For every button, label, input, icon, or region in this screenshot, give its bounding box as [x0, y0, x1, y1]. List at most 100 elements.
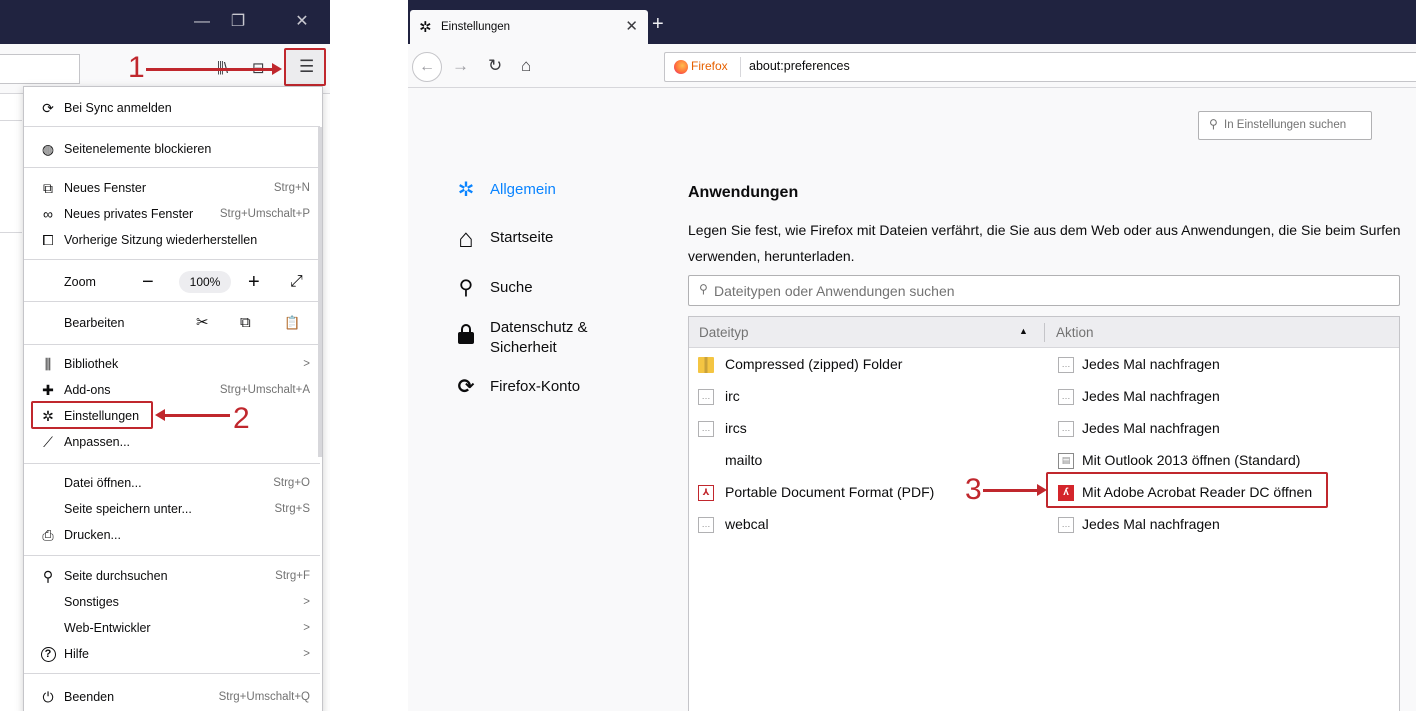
menu-item-label: Drucken...: [64, 528, 121, 542]
search-icon: ⚲: [42, 568, 54, 584]
zoom-reset-button[interactable]: 100%: [179, 271, 231, 293]
new-tab-button[interactable]: +: [652, 14, 664, 34]
category-label: Firefox-Konto: [490, 378, 581, 395]
zoom-in-button[interactable]: +: [248, 269, 260, 295]
annotation-number-2: 2: [233, 402, 250, 435]
cut-icon[interactable]: ✂: [196, 310, 209, 336]
menu-item-label: Bibliothek: [64, 357, 119, 371]
chat-icon: …: [698, 421, 714, 437]
row-action[interactable]: Jedes Mal nachfragen: [1082, 388, 1220, 404]
url-text: about:preferences: [749, 59, 850, 73]
home-button[interactable]: ⌂: [521, 53, 531, 79]
menu-item-web-developer[interactable]: Web-Entwickler >: [24, 615, 320, 641]
hamburger-menu-button[interactable]: ☰: [284, 48, 326, 86]
fullscreen-icon[interactable]: ⤢: [290, 269, 303, 295]
menu-item-print[interactable]: ⎙ Drucken...: [24, 522, 320, 548]
zoom-out-button[interactable]: −: [142, 269, 154, 295]
restore-button[interactable]: ❐: [226, 10, 250, 34]
menu-item-open-file[interactable]: Datei öffnen... Strg+O: [24, 470, 320, 496]
tab-strip: ✲ Einstellungen ✕ +: [408, 0, 1416, 44]
tab-title: Einstellungen: [441, 21, 511, 33]
filter-types-input[interactable]: ⚲ Dateitypen oder Anwendungen suchen: [688, 275, 1400, 306]
row-type: Compressed (zipped) Folder: [725, 356, 903, 372]
navigation-toolbar: ← → ↻ ⌂ Firefox about:preferences: [408, 44, 1416, 88]
sync-icon: ⟳: [457, 376, 475, 398]
column-divider[interactable]: [1044, 323, 1045, 342]
firefox-preferences-window: ✲ Einstellungen ✕ + ← → ↻ ⌂ Firefox abou…: [408, 0, 1416, 711]
menu-item-label: Datei öffnen...: [64, 476, 142, 490]
url-bar[interactable]: [0, 54, 80, 84]
annotation-arrow-3: [983, 489, 1039, 492]
minimize-button[interactable]: —: [190, 10, 214, 34]
menu-separator: [24, 555, 320, 556]
forward-button[interactable]: →: [452, 53, 469, 79]
menu-item-label: Neues Fenster: [64, 181, 146, 195]
chat-icon: …: [698, 517, 714, 533]
zoom-label: Zoom: [64, 275, 96, 289]
chevron-right-icon: >: [303, 648, 310, 660]
row-action[interactable]: Jedes Mal nachfragen: [1082, 356, 1220, 372]
url-bar[interactable]: Firefox about:preferences: [664, 52, 1416, 82]
search-icon: ⚲: [1209, 117, 1218, 131]
annotation-highlight-acrobat: [1046, 472, 1328, 508]
menu-item-label: Seite durchsuchen: [64, 569, 168, 583]
ask-icon: …: [1058, 421, 1074, 437]
annotation-arrowhead-1: [272, 63, 282, 75]
menu-item-sync[interactable]: ⟳ Bei Sync anmelden: [24, 95, 320, 121]
menu-item-find-in-page[interactable]: ⚲ Seite durchsuchen Strg+F: [24, 563, 320, 589]
menu-separator: [24, 301, 320, 302]
table-row[interactable]: … webcal … Jedes Mal nachfragen: [689, 509, 1399, 541]
row-action[interactable]: Jedes Mal nachfragen: [1082, 516, 1220, 532]
menu-item-label: Sonstiges: [64, 595, 119, 609]
printer-icon: ⎙: [42, 527, 54, 543]
menu-item-new-window[interactable]: ⧉ Neues Fenster Strg+N: [24, 175, 320, 201]
chat-icon: …: [698, 389, 714, 405]
menu-item-new-private-window[interactable]: ∞ Neues privates Fenster Strg+Umschalt+P: [24, 201, 320, 227]
paste-icon[interactable]: 📋: [284, 310, 300, 336]
preferences-search-input[interactable]: ⚲ In Einstellungen suchen: [1198, 111, 1372, 140]
identity-label: Firefox: [691, 59, 728, 73]
search-icon: ⚲: [699, 282, 708, 296]
page-divider: [0, 232, 22, 233]
app-menu-panel: ⟳ Bei Sync anmelden ◍ Seitenelemente blo…: [23, 86, 323, 711]
restore-session-icon: ⧠: [42, 232, 54, 248]
table-row[interactable]: … irc … Jedes Mal nachfragen: [689, 381, 1399, 413]
back-button[interactable]: ←: [412, 52, 442, 82]
close-tab-icon[interactable]: ✕: [625, 17, 638, 35]
chevron-right-icon: >: [303, 596, 310, 608]
sort-ascending-icon: ▲: [1019, 326, 1028, 336]
menu-item-addons[interactable]: ✚ Add-ons Strg+Umschalt+A: [24, 377, 320, 403]
menu-item-shortcut: Strg+N: [273, 182, 310, 194]
applications-table: Dateityp ▲ Aktion Compressed (zipped) Fo…: [688, 316, 1400, 711]
menu-item-more[interactable]: Sonstiges >: [24, 589, 320, 615]
copy-icon[interactable]: ⧉: [240, 310, 251, 336]
menu-item-shortcut: Strg+Umschalt+Q: [218, 691, 310, 703]
menu-item-block-content[interactable]: ◍ Seitenelemente blockieren: [24, 136, 320, 162]
menu-item-shortcut: Strg+S: [274, 503, 310, 515]
ask-icon: …: [1058, 517, 1074, 533]
row-action[interactable]: Jedes Mal nachfragen: [1082, 420, 1220, 436]
row-action[interactable]: Mit Outlook 2013 öffnen (Standard): [1082, 452, 1300, 468]
menu-item-save-page[interactable]: Seite speichern unter... Strg+S: [24, 496, 320, 522]
table-row[interactable]: … ircs … Jedes Mal nachfragen: [689, 413, 1399, 445]
close-window-button[interactable]: ✕: [290, 10, 314, 34]
menu-item-label: Beenden: [64, 690, 115, 704]
new-window-icon: ⧉: [43, 180, 53, 196]
menu-separator: [24, 673, 320, 674]
row-type: Portable Document Format (PDF): [725, 484, 935, 500]
category-label: Datenschutz &: [490, 319, 588, 336]
title-bar: — ❐ ✕: [0, 0, 330, 44]
column-header-action[interactable]: Aktion: [1056, 325, 1094, 340]
menu-item-help[interactable]: ? Hilfe >: [24, 641, 320, 667]
reload-button[interactable]: ↻: [488, 53, 502, 79]
menu-item-quit[interactable]: ⏻ Beenden Strg+Umschalt+Q: [24, 684, 320, 710]
menu-item-library[interactable]: ⫼ Bibliothek >: [24, 351, 320, 377]
table-row[interactable]: Compressed (zipped) Folder … Jedes Mal n…: [689, 349, 1399, 381]
annotation-number-1: 1: [128, 51, 145, 84]
tab-einstellungen[interactable]: ✲ Einstellungen ✕: [410, 10, 648, 44]
column-header-type[interactable]: Dateityp: [699, 325, 749, 340]
menu-item-label: Seite speichern unter...: [64, 502, 192, 516]
section-heading: Anwendungen: [688, 184, 799, 201]
menu-item-customize[interactable]: ⟋ Anpassen...: [24, 429, 320, 455]
menu-item-restore-session[interactable]: ⧠ Vorherige Sitzung wiederherstellen: [24, 227, 320, 253]
